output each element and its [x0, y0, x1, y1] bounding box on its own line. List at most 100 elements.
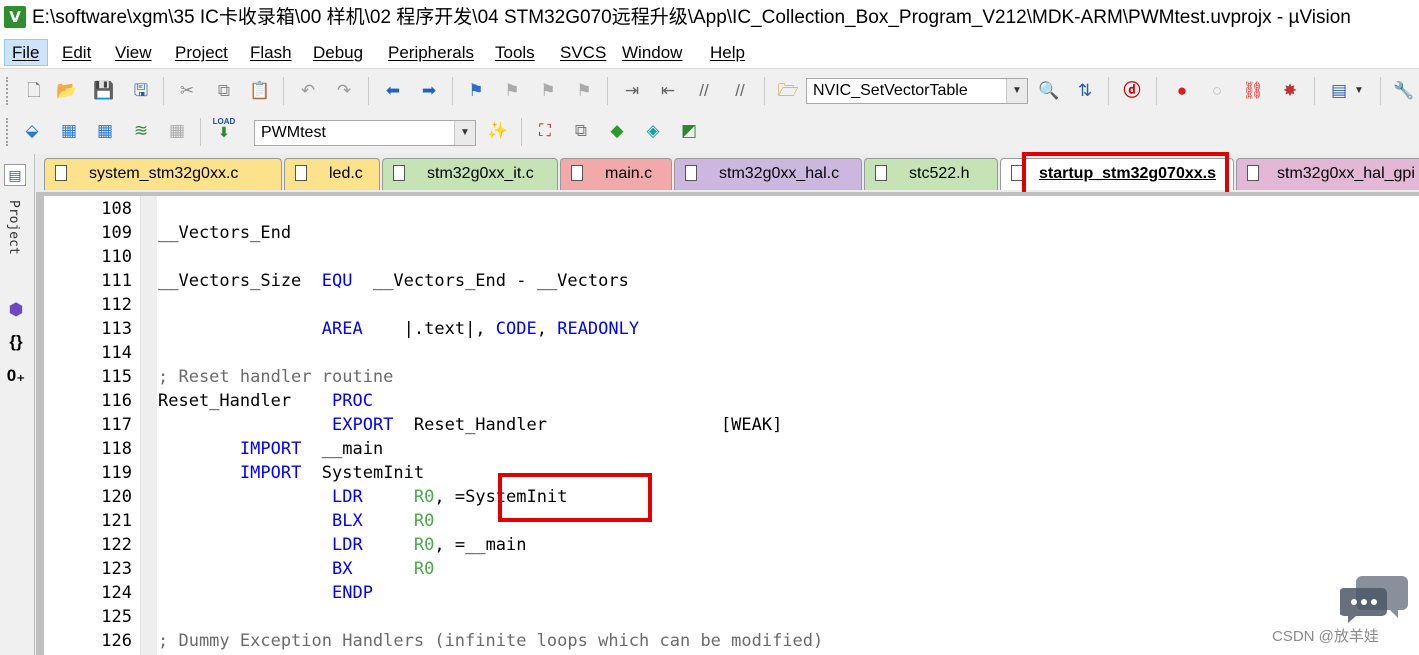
- prev-bookmark-icon[interactable]: ⚑: [500, 79, 524, 103]
- menu-svcs[interactable]: SVCS: [560, 42, 606, 64]
- toolbar-grip[interactable]: [6, 118, 11, 146]
- next-bookmark-icon[interactable]: ⚑: [536, 79, 560, 103]
- menu-file[interactable]: File: [12, 42, 39, 64]
- function-combo[interactable]: NVIC_SetVectorTable ▼: [806, 78, 1028, 104]
- code-line[interactable]: 121 BLX R0: [44, 509, 1404, 533]
- menu-edit[interactable]: Edit: [62, 42, 91, 64]
- code-line[interactable]: 119 IMPORT SystemInit: [44, 461, 1404, 485]
- disable-breakpoints-icon[interactable]: ⛓: [1241, 79, 1265, 103]
- new-file-icon[interactable]: 🗋: [22, 79, 46, 103]
- functions-icon[interactable]: {}: [4, 330, 28, 354]
- menu-flash[interactable]: Flash: [250, 42, 292, 64]
- unindent-icon[interactable]: ⇤: [656, 79, 680, 103]
- tab-stm32g0xx-it-c[interactable]: stm32g0xx_it.c: [382, 158, 558, 190]
- configure-wrench-icon[interactable]: 🔧: [1392, 79, 1416, 103]
- menu-window[interactable]: Window: [622, 42, 682, 64]
- code-line[interactable]: 122 LDR R0, =__main: [44, 533, 1404, 557]
- code-line[interactable]: 111 __Vectors_Size EQU __Vectors_End - __…: [44, 269, 1404, 293]
- code-line[interactable]: 114: [44, 341, 1404, 365]
- incremental-find-icon[interactable]: ⇅: [1073, 79, 1097, 103]
- select-packs-icon[interactable]: ⧉: [569, 119, 593, 143]
- file-icon: [393, 165, 405, 181]
- code-line[interactable]: 125: [44, 605, 1404, 629]
- menu-view[interactable]: View: [115, 42, 152, 64]
- tab-led-c[interactable]: led.c: [284, 158, 380, 190]
- code-line[interactable]: 113 AREA |.text|, CODE, READONLY: [44, 317, 1404, 341]
- line-number: 115: [101, 367, 132, 387]
- code-line[interactable]: 124 ENDP: [44, 581, 1404, 605]
- tab-stm32g0xx-hal-c[interactable]: stm32g0xx_hal.c: [674, 158, 862, 190]
- code-line[interactable]: 109 __Vectors_End: [44, 221, 1404, 245]
- project-panel-label[interactable]: Project: [6, 200, 21, 255]
- undo-icon[interactable]: ↶: [296, 79, 320, 103]
- redo-icon[interactable]: ↷: [332, 79, 356, 103]
- code-line[interactable]: 115 ; Reset handler routine: [44, 365, 1404, 389]
- code-line[interactable]: 120 LDR R0, =SystemInit: [44, 485, 1404, 509]
- manage-rte-icon[interactable]: ◆: [605, 119, 629, 143]
- cut-icon[interactable]: ✂: [175, 79, 199, 103]
- keyword-token: LDR: [332, 535, 363, 555]
- target-combo[interactable]: PWMtest ▼: [254, 120, 476, 146]
- line-number: 118: [101, 439, 132, 459]
- code-line[interactable]: 108: [44, 197, 1404, 221]
- tab-stc522-h[interactable]: stc522.h: [864, 158, 998, 190]
- chevron-down-icon[interactable]: ▼: [454, 121, 475, 145]
- code-line[interactable]: 123 BX R0: [44, 557, 1404, 581]
- tab-stm32g0xx-hal-gpio-c[interactable]: stm32g0xx_hal_gpi: [1236, 158, 1419, 190]
- menu-project[interactable]: Project: [175, 42, 228, 64]
- code-text: IMPORT __main: [158, 437, 383, 461]
- tab-main-c[interactable]: main.c: [560, 158, 672, 190]
- open-folder-icon[interactable]: 📂: [55, 79, 79, 103]
- paste-icon[interactable]: 📋: [248, 79, 272, 103]
- save-icon[interactable]: 💾: [92, 79, 116, 103]
- code-line[interactable]: 112: [44, 293, 1404, 317]
- code-line[interactable]: 126 ; Dummy Exception Handlers (infinite …: [44, 629, 1404, 653]
- debug-session-icon[interactable]: ⓓ: [1120, 79, 1144, 103]
- code-text: LDR R0, =__main: [158, 533, 527, 557]
- window-layout-icon[interactable]: ▤: [1327, 79, 1351, 103]
- templates-icon[interactable]: 0₊: [4, 364, 28, 388]
- menu-help[interactable]: Help: [710, 42, 745, 64]
- rebuild-icon[interactable]: ▦: [93, 119, 117, 143]
- code-line[interactable]: 118 IMPORT __main: [44, 437, 1404, 461]
- code-line[interactable]: 110: [44, 245, 1404, 269]
- code-line[interactable]: 116 Reset_Handler PROC: [44, 389, 1404, 413]
- tab-system-stm32g0xx-c[interactable]: system_stm32g0xx.c: [44, 158, 282, 190]
- enable-breakpoint-icon[interactable]: ○: [1205, 79, 1229, 103]
- bookmark-icon[interactable]: ⚑: [464, 79, 488, 103]
- batch-build-icon[interactable]: ≋: [129, 119, 153, 143]
- text-token: __Vectors_End: [158, 223, 292, 243]
- pack-installer-icon[interactable]: ◈: [641, 119, 665, 143]
- menu-peripherals[interactable]: Peripherals: [388, 42, 474, 64]
- project-window-icon[interactable]: ▤: [4, 164, 26, 186]
- build-icon[interactable]: ▦: [57, 119, 81, 143]
- insert-breakpoint-icon[interactable]: ●: [1170, 79, 1194, 103]
- stop-build-icon[interactable]: ▦: [165, 119, 189, 143]
- uncomment-icon[interactable]: //: [728, 79, 752, 103]
- kill-breakpoints-icon[interactable]: ✸: [1278, 79, 1302, 103]
- find-icon[interactable]: 🔍: [1037, 79, 1061, 103]
- clear-bookmarks-icon[interactable]: ⚑: [572, 79, 596, 103]
- manage-project-items-icon[interactable]: ⛶: [533, 119, 557, 143]
- keyword-token: IMPORT: [239, 463, 302, 483]
- find-in-files-icon[interactable]: 🗁: [776, 79, 800, 103]
- options-for-target-icon[interactable]: ✨: [486, 119, 510, 143]
- translate-icon[interactable]: ⬙: [20, 119, 44, 143]
- menu-debug[interactable]: Debug: [313, 42, 363, 64]
- save-all-icon[interactable]: 🖫: [129, 79, 153, 103]
- line-number: 114: [101, 343, 132, 363]
- download-icon[interactable]: LOAD ⬇: [212, 117, 236, 141]
- copy-icon[interactable]: ⧉: [212, 79, 236, 103]
- chevron-down-icon[interactable]: ▼: [1006, 79, 1027, 103]
- navigate-forward-icon[interactable]: ➡: [417, 79, 441, 103]
- navigate-back-icon[interactable]: ⬅: [381, 79, 405, 103]
- indent-icon[interactable]: ⇥: [620, 79, 644, 103]
- run-time-environment-icon[interactable]: ◩: [677, 119, 701, 143]
- books-icon[interactable]: ⬢: [4, 298, 28, 322]
- code-line[interactable]: 117 EXPORT Reset_Handler [WEAK]: [44, 413, 1404, 437]
- chevron-down-icon[interactable]: ▼: [1352, 79, 1366, 103]
- menu-tools[interactable]: Tools: [495, 42, 535, 64]
- comment-icon[interactable]: //: [692, 79, 716, 103]
- toolbar-grip[interactable]: [6, 77, 11, 105]
